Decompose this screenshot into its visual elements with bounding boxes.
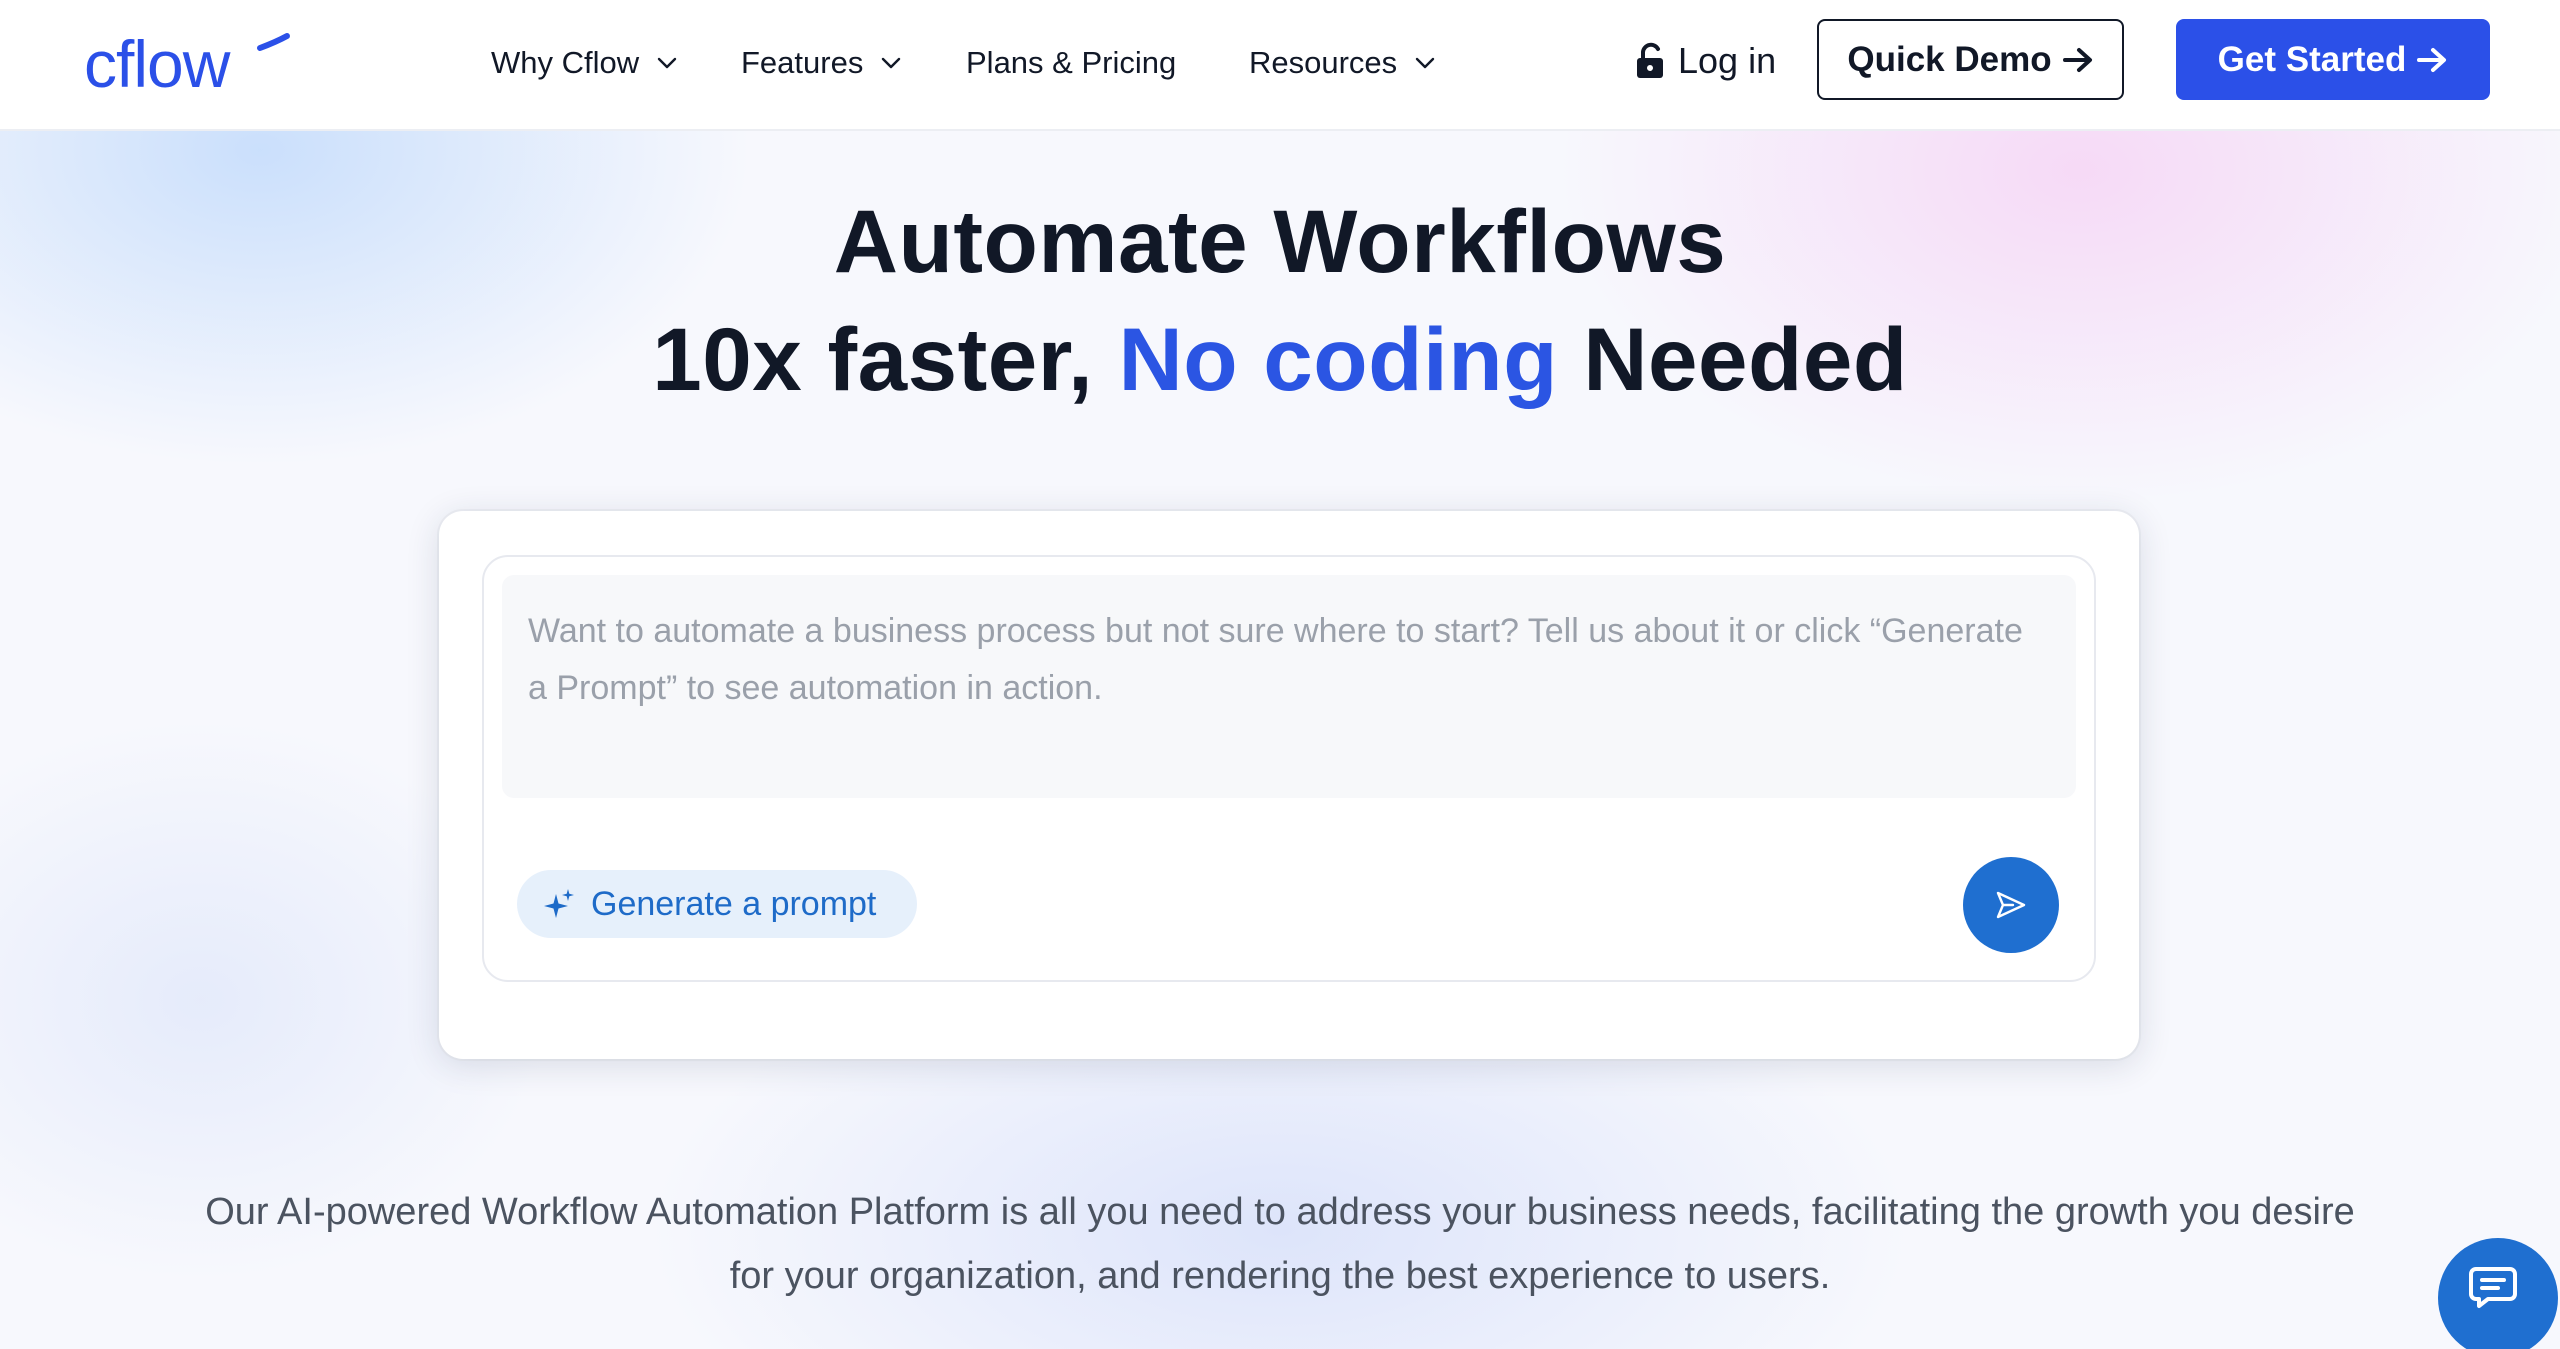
prompt-card: Generate a prompt xyxy=(439,511,2139,1059)
send-button[interactable] xyxy=(1963,857,2059,953)
chevron-down-icon xyxy=(1415,57,1435,69)
prompt-box: Generate a prompt xyxy=(482,555,2096,982)
sparkle-icon xyxy=(544,889,574,918)
get-started-button[interactable]: Get Started xyxy=(2176,19,2490,100)
hero-description: Our AI-powered Workflow Automation Platf… xyxy=(205,1191,2355,1297)
hero-title-suffix: Needed xyxy=(1558,309,1908,409)
nav-features[interactable]: Features xyxy=(741,40,901,86)
hero-title-line-1: Automate Workflows xyxy=(833,191,1727,291)
login-label: Log in xyxy=(1678,40,1777,81)
chevron-down-icon xyxy=(657,57,677,69)
cflow-logo-mark: cflow xyxy=(84,27,290,101)
nav-plans-pricing-label: Plans & Pricing xyxy=(966,45,1177,80)
quick-demo-label: Quick Demo xyxy=(1847,39,2052,79)
svg-text:cflow: cflow xyxy=(84,30,231,100)
quick-demo-button[interactable]: Quick Demo xyxy=(1817,19,2124,100)
nav-resources-label: Resources xyxy=(1249,45,1398,80)
chat-icon xyxy=(2469,1267,2517,1308)
nav-resources[interactable]: Resources xyxy=(1249,40,1435,86)
arrow-right-icon xyxy=(2417,47,2447,72)
generate-prompt-label: Generate a prompt xyxy=(591,884,877,923)
arrow-right-icon xyxy=(2062,47,2092,72)
nav-why-cflow-label: Why Cflow xyxy=(491,45,640,80)
get-started-label: Get Started xyxy=(2217,39,2407,79)
generate-prompt-button[interactable]: Generate a prompt xyxy=(517,870,917,938)
nav-why-cflow[interactable]: Why Cflow xyxy=(491,40,677,86)
hero-title-line-2: 10x faster, No coding Needed xyxy=(0,308,2560,411)
site-header: cflow Why Cflow Features Plans & Pricing… xyxy=(0,0,2560,131)
unlock-icon xyxy=(1637,42,1663,78)
prompt-input[interactable] xyxy=(502,575,2076,798)
nav-features-label: Features xyxy=(741,45,864,80)
login-link[interactable]: Log in xyxy=(1634,34,1776,88)
cflow-logo[interactable]: cflow xyxy=(84,27,294,101)
chevron-down-icon xyxy=(882,57,901,69)
chat-widget-button[interactable] xyxy=(2438,1238,2558,1349)
nav-plans-pricing[interactable]: Plans & Pricing xyxy=(966,40,1176,86)
send-icon xyxy=(1996,891,2026,919)
hero-title-highlight: No coding xyxy=(1118,309,1558,409)
hero-title-prefix: 10x faster, xyxy=(652,309,1119,409)
